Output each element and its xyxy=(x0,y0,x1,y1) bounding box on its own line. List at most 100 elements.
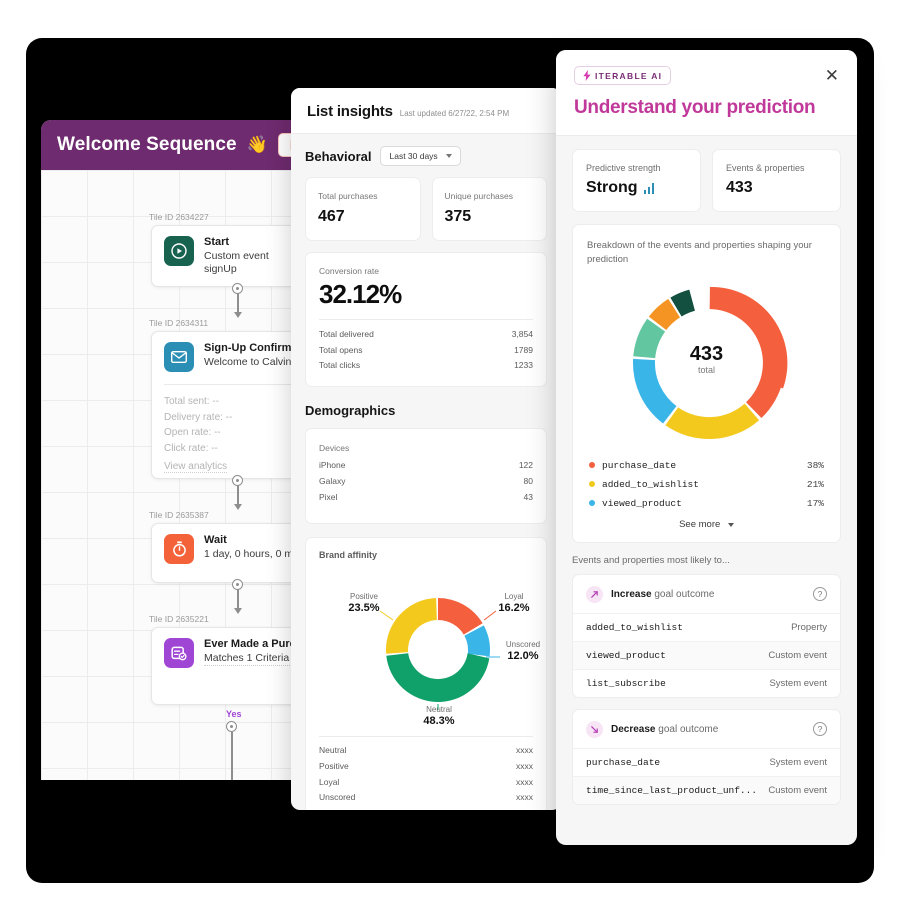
row-key: viewed_product xyxy=(586,649,666,661)
donut-center-label: total xyxy=(697,364,715,375)
help-circle-icon[interactable]: ? xyxy=(813,722,827,737)
table-row: Neutral xxxx xyxy=(319,743,533,759)
devices-card[interactable]: Devices iPhone 122 Galaxy 80 Pixel 43 xyxy=(305,428,547,525)
table-row: Pixel 43 xyxy=(319,490,533,506)
close-icon[interactable]: ✕ xyxy=(825,67,839,84)
help-circle-icon[interactable]: ? xyxy=(813,587,827,602)
row-value: 122 xyxy=(518,460,533,471)
row-label: Total opens xyxy=(319,344,363,355)
connector-dot[interactable] xyxy=(232,475,243,486)
behavioral-kpi-row: Total purchases 467 Unique purchases 375 xyxy=(305,177,547,241)
screenshot-stage: Welcome Sequence 👋 Draft Tile ID 2634227… xyxy=(0,0,900,900)
table-row: Total opens 1789 xyxy=(319,343,533,359)
label-value: 12.0% xyxy=(507,649,539,662)
tile-subtitle-2: signUp xyxy=(204,263,237,276)
table-row: Total delivered 3,854 xyxy=(319,327,533,343)
row-label: Unscored xyxy=(319,792,356,803)
row-label: Galaxy xyxy=(319,475,346,486)
donut-label-loyal: Loyal 16.2% xyxy=(479,592,549,614)
kpi-label: Events & properties xyxy=(726,163,805,173)
label-text: Neutral xyxy=(426,705,452,715)
label-text: Loyal xyxy=(504,592,524,602)
tile-id-label: Tile ID 2635387 xyxy=(149,510,209,520)
legend-label: viewed_product xyxy=(602,497,682,509)
see-more-label: See more xyxy=(679,518,721,530)
legend-item-viewed-product[interactable]: viewed_product 17% xyxy=(589,494,824,513)
legend-color-dot xyxy=(589,462,595,469)
legend-item-added-to-wishlist[interactable]: added_to_wishlist 21% xyxy=(589,475,824,494)
bar-chart-icon xyxy=(643,182,655,194)
conversion-rate-value: 32.12% xyxy=(319,279,402,309)
table-row[interactable]: purchase_date System event xyxy=(573,747,840,776)
row-label: Pixel xyxy=(319,491,338,502)
kpi-label: Total purchases xyxy=(318,191,378,201)
donut-center-value: 433 xyxy=(689,342,724,365)
kpi-label: Predictive strength xyxy=(586,163,661,173)
legend-percent: 38% xyxy=(806,459,824,471)
kpi-value: 375 xyxy=(444,208,472,225)
connector-arrow xyxy=(234,312,242,318)
connector-line xyxy=(231,732,233,780)
donut-label-positive: Positive 23.5% xyxy=(329,592,399,614)
branch-dot-yes[interactable] xyxy=(226,721,237,732)
kpi-label: Unique purchases xyxy=(444,191,514,201)
play-circle-icon xyxy=(164,236,194,266)
decrease-goal-outcome-title: Decrease goal outcome xyxy=(611,724,718,735)
verb: Increase xyxy=(611,588,652,600)
row-label: Positive xyxy=(319,761,349,772)
legend-item-purchase-date[interactable]: purchase_date 38% xyxy=(589,456,824,475)
list-insights-panel: List insights Last updated 6/27/22, 2:54… xyxy=(291,88,561,810)
date-range-dropdown[interactable]: Last 30 days xyxy=(380,146,461,166)
list-insights-body: Behavioral Last 30 days Total purchases … xyxy=(291,134,561,810)
conversion-rate-card[interactable]: Conversion rate 32.12% Total delivered 3… xyxy=(305,252,547,388)
row-value: xxxx xyxy=(516,776,533,787)
row-key: purchase_date xyxy=(586,756,661,768)
prediction-body: Predictive strength Strong Events & prop… xyxy=(556,136,857,805)
chevron-down-icon xyxy=(727,522,734,527)
row-key: time_since_last_product_unf... xyxy=(586,784,758,796)
page-title: Welcome Sequence xyxy=(57,134,237,155)
label-value: 16.2% xyxy=(498,601,530,614)
see-more-button[interactable]: See more xyxy=(587,513,826,530)
kpi-card-unique-purchases[interactable]: Unique purchases 375 xyxy=(431,177,547,241)
row-type: System event xyxy=(769,756,827,768)
brand-affinity-label: Brand affinity xyxy=(319,550,378,561)
criteria-icon xyxy=(164,638,194,668)
connector-dot[interactable] xyxy=(232,579,243,590)
table-row[interactable]: added_to_wishlist Property xyxy=(573,612,840,641)
increase-goal-outcome-header: Increase goal outcome ? xyxy=(573,575,840,613)
date-range-value: Last 30 days xyxy=(389,151,438,161)
view-analytics-link[interactable]: View analytics xyxy=(164,461,228,473)
kpi-card-total-purchases[interactable]: Total purchases 467 xyxy=(305,177,421,241)
table-row[interactable]: viewed_product Custom event xyxy=(573,640,840,669)
connector-dot[interactable] xyxy=(232,283,243,294)
table-row[interactable]: list_subscribe System event xyxy=(573,668,840,697)
label-value: 48.3% xyxy=(423,714,455,727)
chevron-down-icon xyxy=(445,154,452,158)
row-label: Loyal xyxy=(319,776,340,787)
row-key: list_subscribe xyxy=(586,677,666,689)
devices-label: Devices xyxy=(319,443,350,454)
kpi-card-predictive-strength[interactable]: Predictive strength Strong xyxy=(572,149,701,212)
legend-color-dot xyxy=(589,481,595,488)
row-value: xxxx xyxy=(516,761,533,772)
row-type: System event xyxy=(769,677,827,689)
table-row: iPhone 122 xyxy=(319,458,533,474)
brand-affinity-card[interactable]: Brand affinity Positive 23.5% Loyal 16.2… xyxy=(305,537,547,810)
row-key: added_to_wishlist xyxy=(586,621,683,633)
prediction-heading: Understand your prediction xyxy=(574,97,816,118)
row-value: xxxx xyxy=(516,792,533,803)
row-label: Total clicks xyxy=(319,360,361,371)
kpi-value: 433 xyxy=(726,179,753,196)
breakdown-card: Breakdown of the events and properties s… xyxy=(572,224,841,543)
lightning-bolt-icon xyxy=(583,70,591,81)
kpi-card-events-properties[interactable]: Events & properties 433 xyxy=(712,149,841,212)
label-value: 23.5% xyxy=(348,601,380,614)
tile-subtitle: Custom event xyxy=(204,249,269,262)
legend-percent: 17% xyxy=(806,497,824,509)
table-row[interactable]: time_since_last_product_unf... Custom ev… xyxy=(573,775,840,804)
brand-affinity-donut-chart: Positive 23.5% Loyal 16.2% Unscored 12.0… xyxy=(319,562,540,732)
most-likely-to-label: Events and properties most likely to... xyxy=(572,554,730,566)
section-title-behavioral: Behavioral xyxy=(305,148,372,164)
prediction-kpi-row: Predictive strength Strong Events & prop… xyxy=(572,149,841,212)
